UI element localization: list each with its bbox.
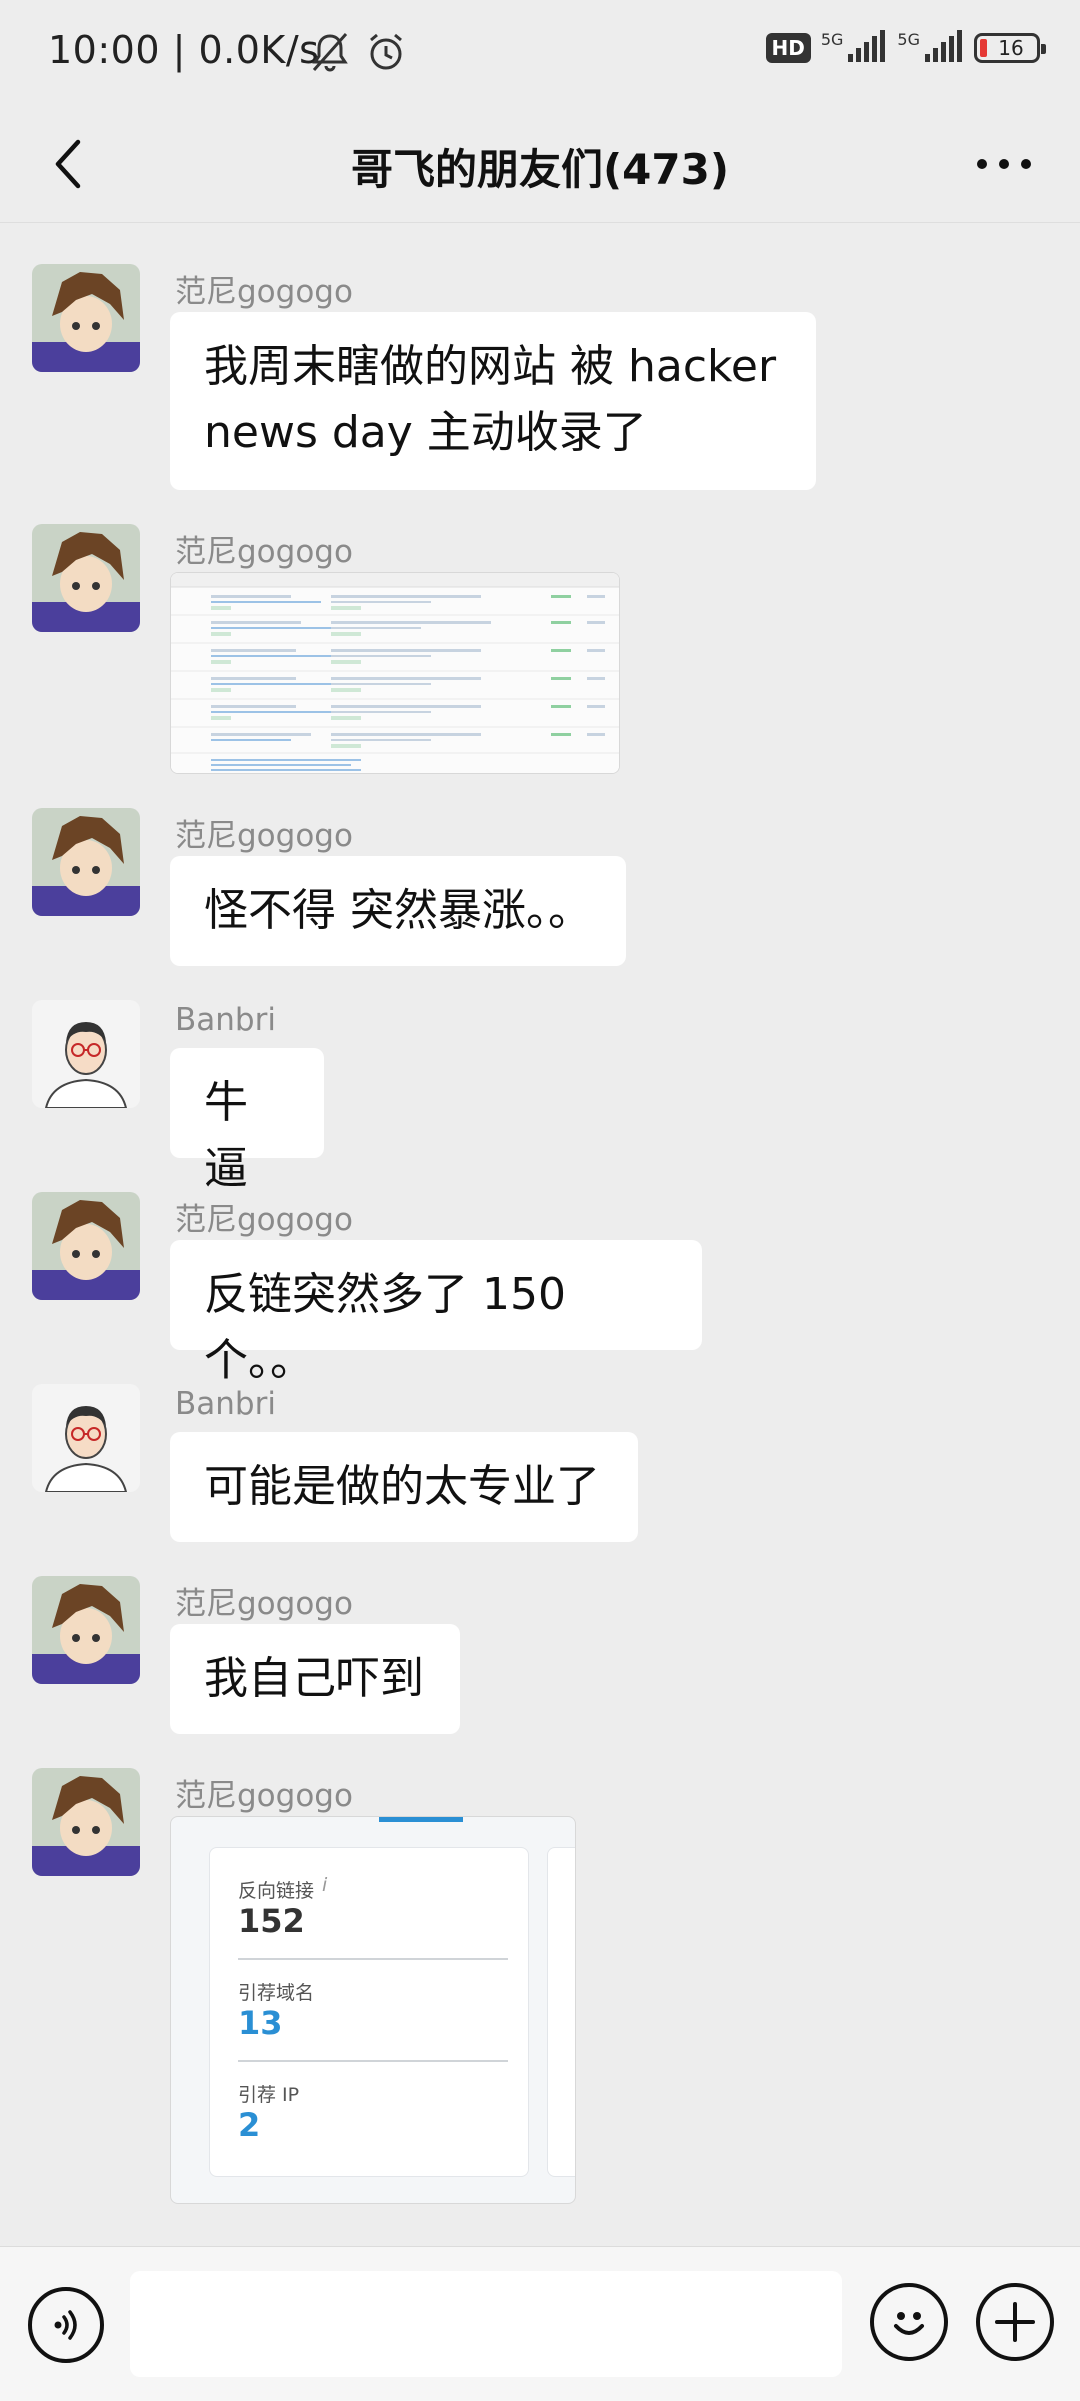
- avatar-fanni[interactable]: [32, 808, 140, 916]
- message-bubble[interactable]: 怪不得 突然暴涨。。: [170, 856, 626, 966]
- input-bar: [0, 2246, 1080, 2401]
- stat-label-backlinks: 反向链接: [238, 1880, 315, 1902]
- page-title: 哥飞的朋友们(473): [350, 145, 730, 194]
- info-icon: i: [322, 1874, 328, 1896]
- sender-name: Banbri: [175, 1002, 276, 1038]
- network-label-2: 5G: [897, 30, 920, 49]
- message-text: 可能是做的太专业了: [204, 1461, 600, 1512]
- alarm-icon: [365, 31, 407, 77]
- status-icons: [308, 30, 407, 78]
- signal-icon-2: [924, 30, 964, 66]
- hd-badge: HD: [765, 33, 811, 63]
- stat-label-ref-domains: 引荐域名: [238, 1982, 315, 2004]
- voice-button[interactable]: [28, 2287, 104, 2363]
- message-bubble[interactable]: 反链突然多了 150 个。。: [170, 1240, 702, 1386]
- tab-indicator: [379, 1817, 463, 1822]
- sender-name: Banbri: [175, 1386, 276, 1422]
- sender-name: 范尼gogogo: [175, 534, 353, 570]
- message-text: 牛逼: [204, 1077, 248, 1194]
- message-input[interactable]: [130, 2271, 842, 2377]
- mute-icon: [308, 30, 352, 78]
- message-bubble[interactable]: 我自己吓到: [170, 1624, 460, 1734]
- message-text: 怪不得 突然暴涨。。: [204, 885, 592, 936]
- avatar-fanni[interactable]: [32, 1192, 140, 1300]
- sender-name: 范尼gogogo: [175, 818, 353, 854]
- stat-label-ref-ips: 引荐 IP: [238, 2084, 300, 2106]
- avatar-banbri[interactable]: [32, 1000, 140, 1108]
- more-actions-button[interactable]: [976, 2283, 1054, 2361]
- voice-icon: [54, 2310, 77, 2340]
- battery-level: 16: [998, 36, 1024, 60]
- more-dots-icon: [977, 159, 1031, 169]
- divider: [238, 1958, 508, 1960]
- message-bubble[interactable]: 牛逼: [170, 1048, 324, 1194]
- stat-value-backlinks: 152: [238, 1902, 305, 1940]
- message-text-line: news day 主动收录了: [204, 407, 647, 458]
- status-bar: 10:00 | 0.0K/s HD 5G 5G 16: [0, 0, 1080, 110]
- signal-icon-1: [847, 30, 887, 66]
- sender-name: 范尼gogogo: [175, 1586, 353, 1622]
- avatar-fanni[interactable]: [32, 264, 140, 372]
- message-text: 反链突然多了 150 个。。: [204, 1269, 566, 1386]
- status-right: HD 5G 5G 16: [765, 30, 1046, 66]
- avatar-fanni[interactable]: [32, 524, 140, 632]
- divider: [238, 2060, 508, 2062]
- chat-header: 哥飞的朋友们(473): [0, 110, 1080, 223]
- stats-card: 反向链接 i 152 引荐域名 13 引荐 IP 2: [209, 1847, 529, 2177]
- status-time: 10:00 | 0.0K/s: [48, 28, 320, 72]
- network-label-1: 5G: [820, 30, 844, 49]
- stat-value-ref-ips[interactable]: 2: [238, 2106, 260, 2144]
- avatar-fanni[interactable]: [32, 1576, 140, 1684]
- screenshot-image-table[interactable]: [170, 572, 620, 774]
- more-button[interactable]: [964, 132, 1044, 196]
- message-bubble[interactable]: 我周末瞎做的网站 被 hacker news day 主动收录了: [170, 312, 816, 490]
- emoji-button[interactable]: [870, 2283, 948, 2361]
- avatar-banbri[interactable]: [32, 1384, 140, 1492]
- battery-icon: 16: [974, 33, 1046, 63]
- stats-card-partial: [547, 1847, 575, 2177]
- message-text: 我自己吓到: [204, 1653, 424, 1704]
- sender-name: 范尼gogogo: [175, 274, 353, 310]
- plus-icon: [995, 2302, 1035, 2342]
- smiley-icon: [894, 2312, 924, 2335]
- sender-name: 范尼gogogo: [175, 1778, 353, 1814]
- screenshot-image-stats[interactable]: 反向链接 i 152 引荐域名 13 引荐 IP 2: [170, 1816, 576, 2204]
- stat-value-ref-domains[interactable]: 13: [238, 2004, 283, 2042]
- message-bubble[interactable]: 可能是做的太专业了: [170, 1432, 638, 1542]
- avatar-fanni[interactable]: [32, 1768, 140, 1876]
- sender-name: 范尼gogogo: [175, 1202, 353, 1238]
- message-text-line: 我周末瞎做的网站 被 hacker: [204, 341, 777, 392]
